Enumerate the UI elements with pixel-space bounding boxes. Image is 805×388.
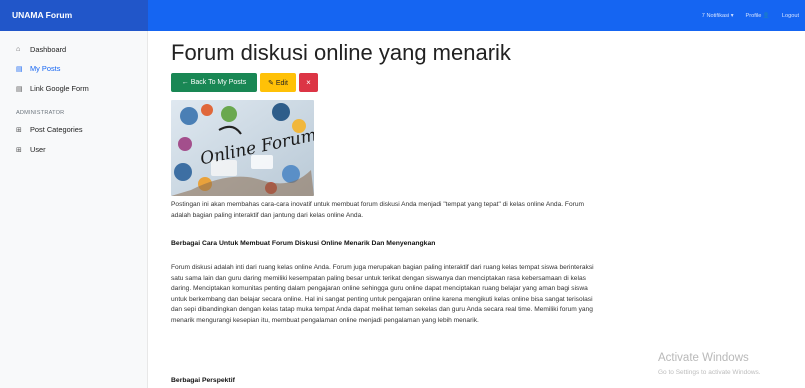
post-intro: Postingan ini akan membahas cara-cara in…: [171, 201, 584, 219]
post-body: Forum diskusi adalah inti dari ruang kel…: [171, 264, 594, 324]
sidebar-item-link-google-form[interactable]: ▤ Link Google Form: [16, 84, 89, 93]
sidebar-item-label: Link Google Form: [30, 84, 89, 93]
post-image: Online Forum: [171, 100, 314, 196]
delete-button[interactable]: ×: [299, 73, 318, 92]
sidebar-item-dashboard[interactable]: ⌂ Dashboard: [16, 45, 66, 54]
sidebar-item-post-categories[interactable]: ⊞ Post Categories: [16, 125, 83, 134]
logout-link[interactable]: Logout: [782, 13, 799, 19]
top-navbar: UNAMA Forum 7 Notifikasi ▾ Profile 👤 Log…: [0, 0, 805, 31]
notifications-dropdown[interactable]: 7 Notifikasi ▾: [702, 13, 734, 19]
sidebar-item-label: Dashboard: [30, 45, 67, 54]
back-to-my-posts-button[interactable]: ← Back To My Posts: [171, 73, 257, 92]
page-title: Forum diskusi online yang menarik: [171, 40, 511, 65]
sidebar: ⌂ Dashboard ▤ My Posts ▤ Link Google For…: [0, 31, 148, 388]
document-icon: ▤: [16, 85, 23, 93]
section-heading: Berbagai Perspektif: [171, 377, 235, 384]
sidebar-item-label: Post Categories: [30, 125, 83, 134]
home-icon: ⌂: [16, 46, 21, 53]
sidebar-item-label: My Posts: [30, 64, 61, 73]
navbar-right: 7 Notifikasi ▾ Profile 👤 Logout: [148, 0, 805, 31]
sidebar-heading-administrator: ADMINISTRATOR: [16, 110, 65, 116]
sidebar-item-label: User: [30, 145, 46, 154]
activate-windows-watermark: Activate Windows: [658, 352, 749, 364]
grid-icon: ⊞: [16, 146, 22, 154]
document-icon: ▤: [16, 65, 23, 73]
profile-link[interactable]: Profile 👤: [746, 13, 770, 19]
sidebar-item-user[interactable]: ⊞ User: [16, 145, 46, 154]
activate-windows-hint: Go to Settings to activate Windows.: [658, 369, 761, 376]
online-forum-illustration: Online Forum: [171, 100, 314, 196]
section-heading: Berbagai Cara Untuk Membuat Forum Diskus…: [171, 240, 436, 247]
grid-icon: ⊞: [16, 126, 22, 134]
sidebar-item-my-posts[interactable]: ▤ My Posts: [16, 64, 60, 73]
brand-title[interactable]: UNAMA Forum: [0, 0, 148, 31]
edit-button[interactable]: ✎ Edit: [260, 73, 296, 92]
